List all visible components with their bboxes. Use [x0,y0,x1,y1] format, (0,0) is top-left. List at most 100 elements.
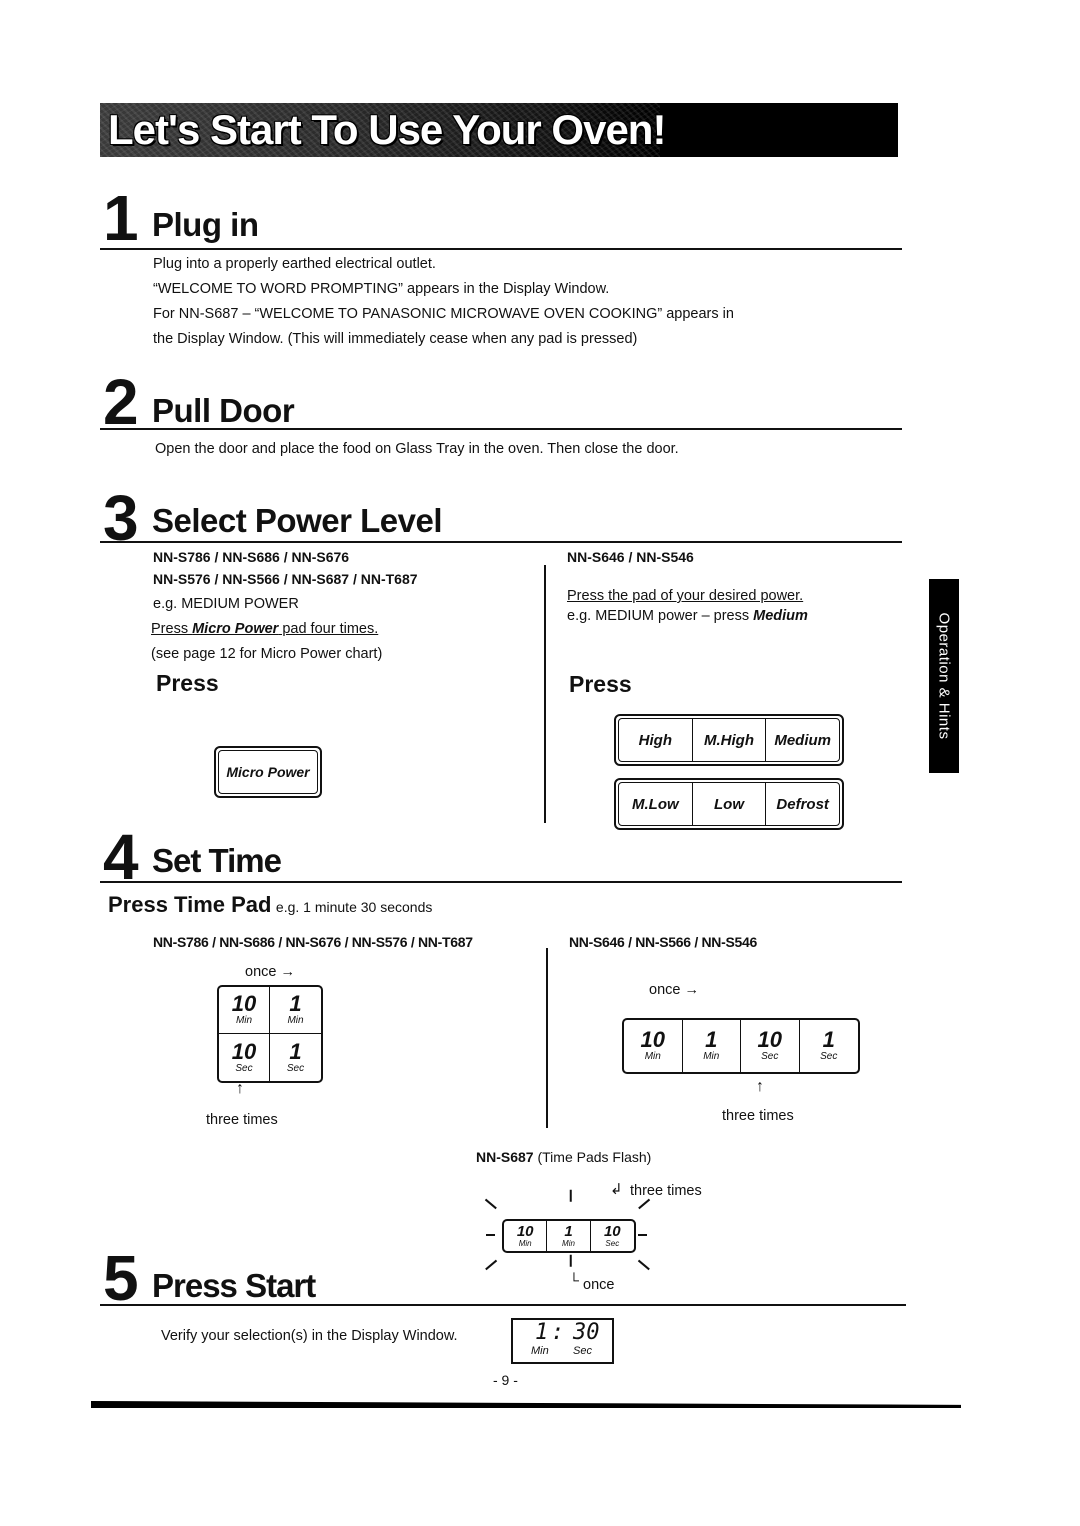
display-seconds: 30 [573,1320,600,1345]
pad-num: 1 [289,991,302,1016]
s687-model: NN-S687 [476,1149,534,1165]
step-5-rule [100,1304,906,1306]
step-2-text: Open the door and place the food on Glas… [155,441,679,457]
step-2-title: Pull Door [152,392,295,429]
pad-unit: Min [518,1238,532,1248]
s687-three-times: three times [630,1183,702,1199]
pad-num: 10 [231,1038,257,1064]
banner-title: Let's Start To Use Your Oven! [108,106,666,153]
s687-note: (Time Pads Flash) [537,1149,652,1165]
corner-arrow-icon: └ [569,1272,579,1288]
time-pad-1-sec[interactable]: 1 Sec [270,1034,321,1081]
step-3-column-divider [544,565,546,823]
pad-num: 10 [516,1222,534,1240]
models-line: NN-S576 / NN-S566 / NN-S687 / NN-T687 [153,571,418,587]
time-pad-10-min[interactable]: 10 Min [624,1020,683,1072]
step-3-title: Select Power Level [152,502,442,539]
pad-num: 1 [289,1038,302,1064]
pad-num: 1 [822,1027,835,1052]
s687-once: once [583,1277,615,1293]
pad-num: 10 [757,1027,782,1052]
time-pad-1-min[interactable]: 1 Min [270,987,321,1034]
step-1-number: 1 [103,182,139,254]
pad-unit: Sec [820,1051,838,1062]
display-min-label: Min [531,1345,549,1357]
step-2-rule [100,428,902,430]
display-minutes: 1 [535,1320,549,1345]
instr-post: pad four times. [278,621,379,637]
pad-unit: Min [703,1051,720,1062]
step-4-subheading: Press Time Pad e.g. 1 minute 30 seconds [108,892,432,918]
power-pad-medium[interactable]: Medium [765,719,839,761]
time-pad-10-sec[interactable]: 10 Sec [591,1221,634,1251]
pad-unit: Min [562,1238,575,1248]
step-3-instruction: Press Micro Power pad four times. [151,617,378,642]
step-4-rule [100,881,902,883]
power-pad-low[interactable]: Low [691,783,766,825]
up-arrow-icon: ↑ [236,1080,244,1097]
pad-unit: Sec [761,1051,779,1062]
step-2-number: 2 [103,366,139,438]
step-3-right-example: e.g. MEDIUM power – press Medium [567,604,808,629]
example-pre: e.g. MEDIUM power – press [567,608,754,624]
time-pad-10-min[interactable]: 10 Min [219,987,270,1034]
step-3-right-press-label: Press [569,671,632,697]
power-pad-m-high[interactable]: M.High [691,719,766,761]
right-time-pads: 10 Min 1 Min 10 Sec 1 Sec [622,1018,860,1074]
step-4-title: Set Time [152,842,282,879]
power-pad-defrost[interactable]: Defrost [765,783,839,825]
time-pad-1-sec[interactable]: 1 Sec [800,1020,859,1072]
power-pad-high[interactable]: High [619,719,692,761]
footer-rule [91,1401,961,1408]
example-pad: Medium [753,608,808,624]
instr-pre: Press [151,621,193,637]
step-3-note: (see page 12 for Micro Power chart) [151,646,383,662]
time-pad-1-min[interactable]: 1 Min [547,1221,591,1251]
time-example: e.g. 1 minute 30 seconds [275,899,433,915]
time-pad-10-min[interactable]: 10 Min [504,1221,548,1251]
right-three-times-label: three times [722,1108,794,1124]
time-pad-10-sec[interactable]: 10 Sec [741,1020,800,1072]
step-5-title: Press Start [152,1267,316,1304]
step-4-number: 4 [103,821,139,893]
pad-num: 10 [640,1027,665,1052]
step-3-rule [100,541,902,543]
time-pad-1-min[interactable]: 1 Min [683,1020,741,1072]
pad-unit: Sec [235,1062,253,1074]
pad-num: 10 [231,991,257,1016]
curved-arrow-icon: ↲ [610,1181,623,1198]
display-colon: : [551,1320,565,1345]
time-pad-10-sec[interactable]: 10 Sec [219,1034,270,1081]
page-number: - 9 - [493,1372,518,1388]
pad-num: 1 [705,1027,718,1052]
left-once-label: once → [245,964,295,980]
pad-num: 10 [603,1222,621,1240]
power-pad-m-low[interactable]: M.Low [619,783,692,825]
pad-unit: Min [287,1015,304,1026]
s687-heading: NN-S687 (Time Pads Flash) [476,1149,651,1165]
power-pad-row-2: M.Low Low Defrost [614,778,844,830]
instr-pad: Micro Power [192,621,279,637]
step-3-example: e.g. MEDIUM POWER [153,596,299,612]
step-3-left-press-label: Press [156,670,219,696]
section-side-tab: Operation & Hints [929,579,959,773]
step-1-rule [100,248,902,250]
step-4-right-models: NN-S646 / NN-S566 / NN-S546 [569,934,757,950]
display-window: 1 : 30 Min Sec [511,1318,614,1364]
page-banner: Let's Start To Use Your Oven! [100,103,898,157]
step-1-line: For NN-S687 – “WELCOME TO PANASONIC MICR… [153,306,734,322]
micro-power-pad-label: Micro Power [226,764,310,780]
step-1-line: the Display Window. (This will immediate… [153,331,638,347]
step-1-line: “WELCOME TO WORD PROMPTING” appears in t… [153,281,610,297]
step-1-line: Plug into a properly earthed electrical … [153,256,436,272]
step-1-body: Plug into a properly earthed electrical … [153,252,734,352]
step-4-left-models: NN-S786 / NN-S686 / NN-S676 / NN-S576 / … [153,934,473,950]
step-5-text: Verify your selection(s) in the Display … [161,1328,458,1344]
s687-time-pads: 10 Min 1 Min 10 Sec [502,1219,636,1253]
pad-num: 1 [564,1222,573,1240]
side-tab-label: Operation & Hints [935,612,953,740]
up-arrow-icon: ↑ [756,1078,764,1095]
micro-power-pad[interactable]: Micro Power [214,746,322,798]
pad-unit: Sec [605,1238,620,1248]
display-sec-label: Sec [573,1345,592,1357]
